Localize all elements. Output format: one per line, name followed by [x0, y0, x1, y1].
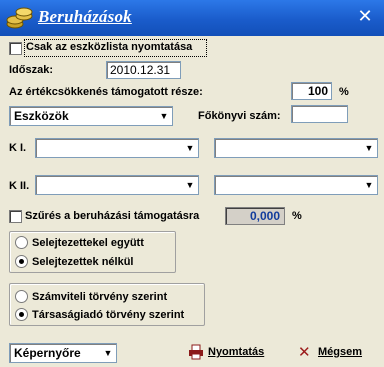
chevron-down-icon[interactable]: ▼	[183, 140, 197, 156]
print-label: Nyomtatás	[208, 346, 265, 358]
close-icon: ✕	[298, 343, 311, 361]
k1-select-1[interactable]: ▼	[35, 138, 199, 158]
filter-label: Szűrés a beruházási támogatásra	[25, 210, 200, 222]
focus-rectangle	[24, 39, 207, 57]
depreciation-unit: %	[339, 86, 349, 98]
scrap-with-label: Selejtezettekel együtt	[32, 237, 144, 249]
chevron-down-icon[interactable]: ▼	[183, 177, 197, 193]
ledger-label: Főkönyvi szám:	[198, 110, 281, 122]
scrap-without-label: Selejtezettek nélkül	[32, 256, 134, 268]
chevron-down-icon[interactable]: ▼	[101, 345, 115, 361]
ledger-field[interactable]	[291, 105, 348, 123]
category-select[interactable]: Eszközök ▼	[9, 106, 173, 126]
filter-checkbox[interactable]	[9, 210, 22, 223]
filter-value: 0,000	[225, 207, 285, 225]
accounting-law-radio[interactable]	[15, 290, 28, 303]
cancel-label: Mégsem	[318, 346, 363, 358]
k2-select-2[interactable]: ▼	[214, 175, 378, 195]
output-select-value: Képernyőre	[14, 346, 81, 360]
depreciation-field[interactable]: 100	[291, 82, 332, 100]
k2-label: K II.	[9, 180, 30, 192]
chevron-down-icon[interactable]: ▼	[362, 140, 376, 156]
coins-app-icon	[6, 7, 33, 29]
corporate-tax-law-radio[interactable]	[15, 308, 28, 321]
printer-icon	[189, 344, 203, 360]
cancel-button[interactable]: ✕ Mégsem	[298, 343, 368, 362]
close-icon[interactable]: ✕	[354, 6, 376, 28]
category-select-value: Eszközök	[14, 109, 69, 123]
output-select[interactable]: Képernyőre ▼	[9, 343, 117, 363]
scrap-without-radio[interactable]	[15, 255, 28, 268]
accounting-law-label: Számviteli törvény szerint	[32, 291, 168, 303]
export-only-listed-checkbox[interactable]	[9, 42, 22, 55]
title-bar: Beruházások ✕	[0, 0, 384, 36]
corporate-tax-law-label: Társaságiadó törvény szerint	[32, 309, 185, 321]
window-title: Beruházások	[38, 7, 132, 26]
chevron-down-icon[interactable]: ▼	[362, 177, 376, 193]
period-label: Időszak:	[9, 64, 54, 76]
k1-select-2[interactable]: ▼	[214, 138, 378, 158]
depreciation-label: Az értékcsökkenés támogatott része:	[9, 86, 203, 98]
k2-select-1[interactable]: ▼	[35, 175, 199, 195]
scrap-with-radio[interactable]	[15, 236, 28, 249]
k1-label: K I.	[9, 142, 27, 154]
chevron-down-icon[interactable]: ▼	[157, 108, 171, 124]
period-field[interactable]: 2010.12.31	[106, 61, 181, 79]
filter-unit: %	[292, 210, 302, 222]
print-button[interactable]: Nyomtatás	[188, 344, 278, 362]
